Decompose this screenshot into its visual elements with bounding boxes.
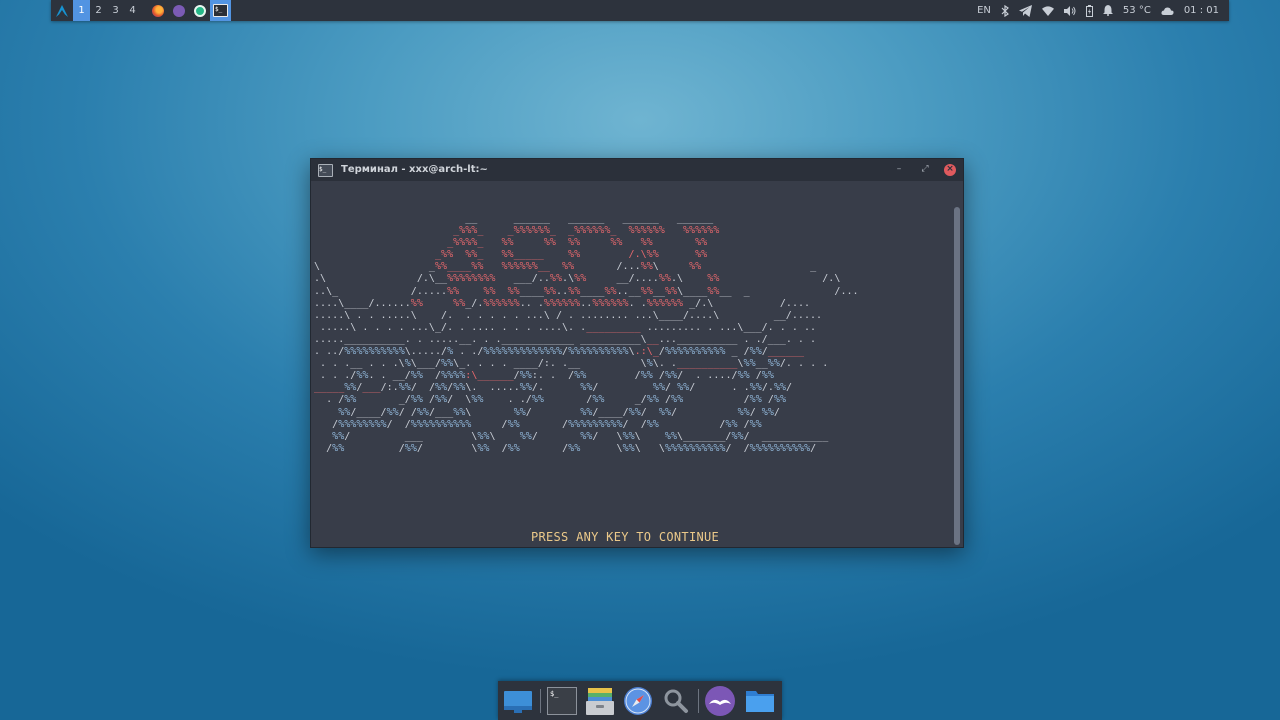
minimize-button[interactable]: – — [893, 164, 905, 176]
cantata-icon[interactable] — [168, 0, 189, 21]
workspace-2[interactable]: 2 — [90, 0, 107, 21]
show-desktop-icon[interactable] — [502, 685, 534, 717]
volume-icon[interactable] — [1059, 0, 1081, 21]
terminal-icon[interactable]: $_ — [210, 0, 231, 21]
battery-icon[interactable] — [1081, 0, 1098, 21]
maximize-button[interactable]: ⤢ — [919, 164, 931, 176]
firefox-icon[interactable] — [147, 0, 168, 21]
notifications-icon[interactable] — [1098, 0, 1118, 21]
terminal-output[interactable]: __ ______ ______ ______ ______ _%%%_ _%%… — [311, 181, 963, 547]
window-titlebar[interactable]: $_ Терминал - xxx@arch-lt:~ – ⤢ × — [311, 159, 963, 181]
workspace-1[interactable]: 1 — [73, 0, 90, 21]
file-manager-icon[interactable] — [744, 685, 776, 717]
dock: $_ — [498, 681, 782, 720]
temperature-readout: 53 °C — [1122, 5, 1151, 16]
workspace-4[interactable]: 4 — [124, 0, 141, 21]
bluetooth-icon[interactable] — [996, 0, 1014, 21]
search-icon[interactable] — [660, 685, 692, 717]
terminal-scrollbar[interactable] — [954, 207, 960, 545]
clock[interactable]: 01 : 01 — [1179, 0, 1229, 21]
top-panel: 1 2 3 4 $_ EN 53 °C 01: 01 — [51, 0, 1229, 21]
cantata-dock-icon[interactable] — [704, 685, 736, 717]
weather-icon[interactable] — [1156, 0, 1179, 21]
workspace-3[interactable]: 3 — [107, 0, 124, 21]
keyboard-layout[interactable]: EN — [972, 0, 996, 21]
terminal-window[interactable]: $_ Терминал - xxx@arch-lt:~ – ⤢ × __ ___… — [310, 158, 964, 548]
arch-menu-icon[interactable] — [51, 0, 73, 21]
close-button[interactable]: × — [944, 164, 956, 176]
terminal-dock-icon[interactable]: $_ — [546, 685, 578, 717]
ascii-art-splash: __ ______ ______ ______ ______ _%%%_ _%%… — [314, 213, 859, 454]
telegram-icon[interactable] — [1014, 0, 1037, 21]
press-any-key-prompt: PRESS ANY KEY TO CONTINUE — [530, 530, 720, 544]
cloud-sync-icon[interactable] — [189, 0, 210, 21]
archive-manager-icon[interactable] — [584, 685, 616, 717]
terminal-window-icon: $_ — [318, 164, 333, 177]
web-browser-icon[interactable] — [622, 685, 654, 717]
svg-text:$_: $_ — [550, 690, 559, 698]
wifi-icon[interactable] — [1037, 0, 1059, 21]
window-title: Терминал - xxx@arch-lt:~ — [341, 164, 488, 175]
